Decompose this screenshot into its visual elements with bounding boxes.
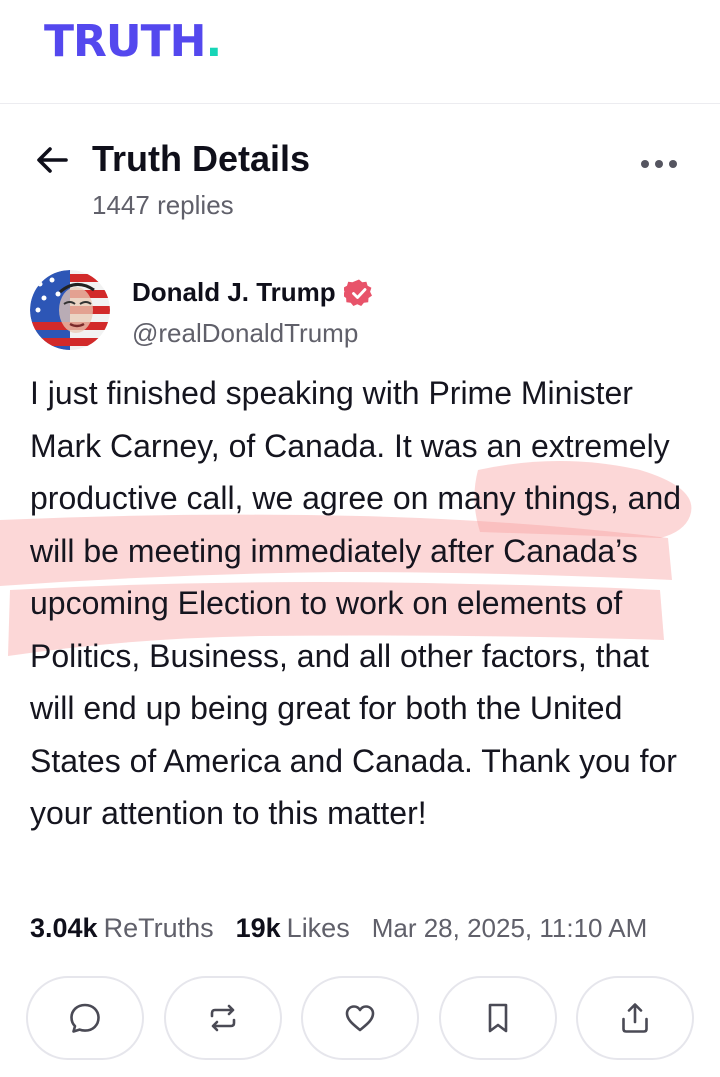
bookmark-icon (488, 1003, 507, 1033)
verified-badge-icon (344, 279, 372, 306)
repost-icon (210, 1004, 235, 1032)
likes-count[interactable]: 19k (236, 908, 281, 948)
truth-logo[interactable]: TRUTH. (44, 16, 222, 68)
logo-dot: . (205, 16, 222, 67)
top-app-bar: TRUTH. (0, 0, 720, 104)
retruth-button[interactable] (163, 976, 282, 1060)
more-horizontal-icon[interactable] (638, 150, 680, 178)
avatar[interactable] (30, 270, 110, 350)
action-bar (26, 976, 694, 1062)
reply-count[interactable]: 1447 replies (92, 188, 234, 222)
heart-icon (345, 1005, 375, 1032)
page-title: Truth Details (92, 138, 311, 179)
author-name[interactable]: Donald J. Trump (132, 274, 336, 310)
share-icon (622, 1003, 648, 1033)
comment-icon (70, 1003, 100, 1033)
bookmark-button[interactable] (438, 976, 557, 1060)
post-stats: 3.04k ReTruths 19k Likes Mar 28, 2025, 1… (30, 908, 647, 948)
retruths-count[interactable]: 3.04k (30, 908, 98, 948)
arrow-left-icon[interactable] (32, 140, 72, 180)
reply-button[interactable] (26, 976, 144, 1060)
share-button[interactable] (576, 976, 694, 1060)
likes-label[interactable]: Likes (287, 908, 350, 948)
post-timestamp: Mar 28, 2025, 11:10 AM (371, 913, 648, 943)
logo-text: TRUTH (44, 16, 206, 67)
post-body: I just finished speaking with Prime Mini… (30, 375, 682, 831)
like-button[interactable] (301, 976, 419, 1060)
author-handle[interactable]: @realDonaldTrump (132, 316, 358, 350)
retruths-label[interactable]: ReTruths (104, 908, 214, 948)
